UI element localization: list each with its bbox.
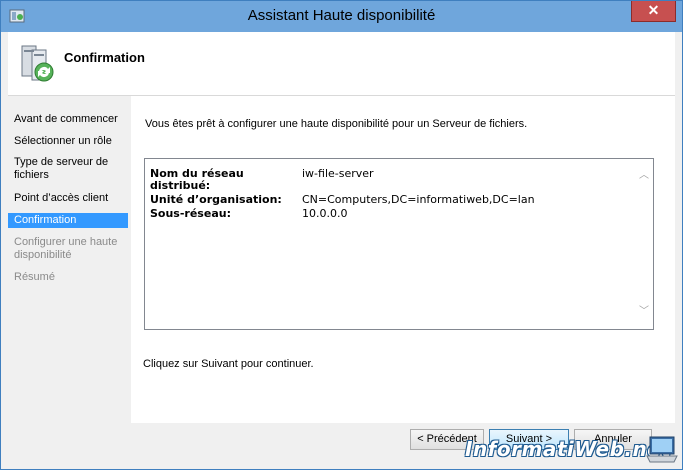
detail-row: Nom du réseau distribué: iw-file-server xyxy=(150,168,535,194)
watermark-text: InformatiWeb.net xyxy=(465,437,672,461)
detail-value-subnet: 10.0.0.0 xyxy=(302,207,348,220)
wizard-content: Vous êtes prêt à configurer une haute di… xyxy=(131,96,675,423)
detail-key-subnet: Sous-réseau: xyxy=(150,207,231,220)
confirmation-details-box[interactable]: Nom du réseau distribué: iw-file-server … xyxy=(144,158,654,330)
scroll-down-arrow-icon[interactable]: ﹀ xyxy=(637,305,651,319)
sidebar-item-client-access-point[interactable]: Point d’accès client xyxy=(8,192,128,205)
page-title: Confirmation xyxy=(64,50,145,65)
laptop-icon xyxy=(646,436,678,463)
title-bar[interactable]: Assistant Haute disponibilité ✕ xyxy=(1,1,682,32)
wizard-window: Assistant Haute disponibilité ✕ Confirma… xyxy=(0,0,683,470)
detail-key-organizational-unit: Unité d’organisation: xyxy=(150,193,282,206)
close-button[interactable]: ✕ xyxy=(631,1,676,22)
watermark: InformatiWeb.net xyxy=(451,433,681,469)
detail-row: Sous-réseau: 10.0.0.0 xyxy=(150,208,535,222)
detail-row: Unité d’organisation: CN=Computers,DC=in… xyxy=(150,194,535,208)
sidebar-item-confirmation[interactable]: Confirmation xyxy=(8,213,128,228)
details-table: Nom du réseau distribué: iw-file-server … xyxy=(150,168,535,222)
cluster-server-icon xyxy=(21,45,54,82)
sidebar-item-file-server-type[interactable]: Type de serveur de fichiers xyxy=(8,156,128,182)
sidebar-item-before-you-begin[interactable]: Avant de commencer xyxy=(8,113,128,126)
wizard-steps-sidebar: Avant de commencer Sélectionner un rôle … xyxy=(8,96,128,436)
window-title: Assistant Haute disponibilité xyxy=(247,7,436,24)
detail-key-network-name: Nom du réseau distribué: xyxy=(150,167,244,192)
sidebar-item-summary: Résumé xyxy=(14,271,55,283)
intro-text: Vous êtes prêt à configurer une haute di… xyxy=(145,118,528,130)
wizard-header: Confirmation xyxy=(8,32,675,96)
sidebar-item-configure-high-availability: Configurer une haute disponibilité xyxy=(14,236,118,261)
scroll-up-arrow-icon[interactable]: ︿ xyxy=(637,169,651,183)
detail-value-network-name: iw-file-server xyxy=(302,167,374,180)
continue-instruction: Cliquez sur Suivant pour continuer. xyxy=(143,358,314,370)
detail-value-organizational-unit: CN=Computers,DC=informatiweb,DC=lan xyxy=(302,193,535,206)
sidebar-item-select-role[interactable]: Sélectionner un rôle xyxy=(8,135,128,148)
